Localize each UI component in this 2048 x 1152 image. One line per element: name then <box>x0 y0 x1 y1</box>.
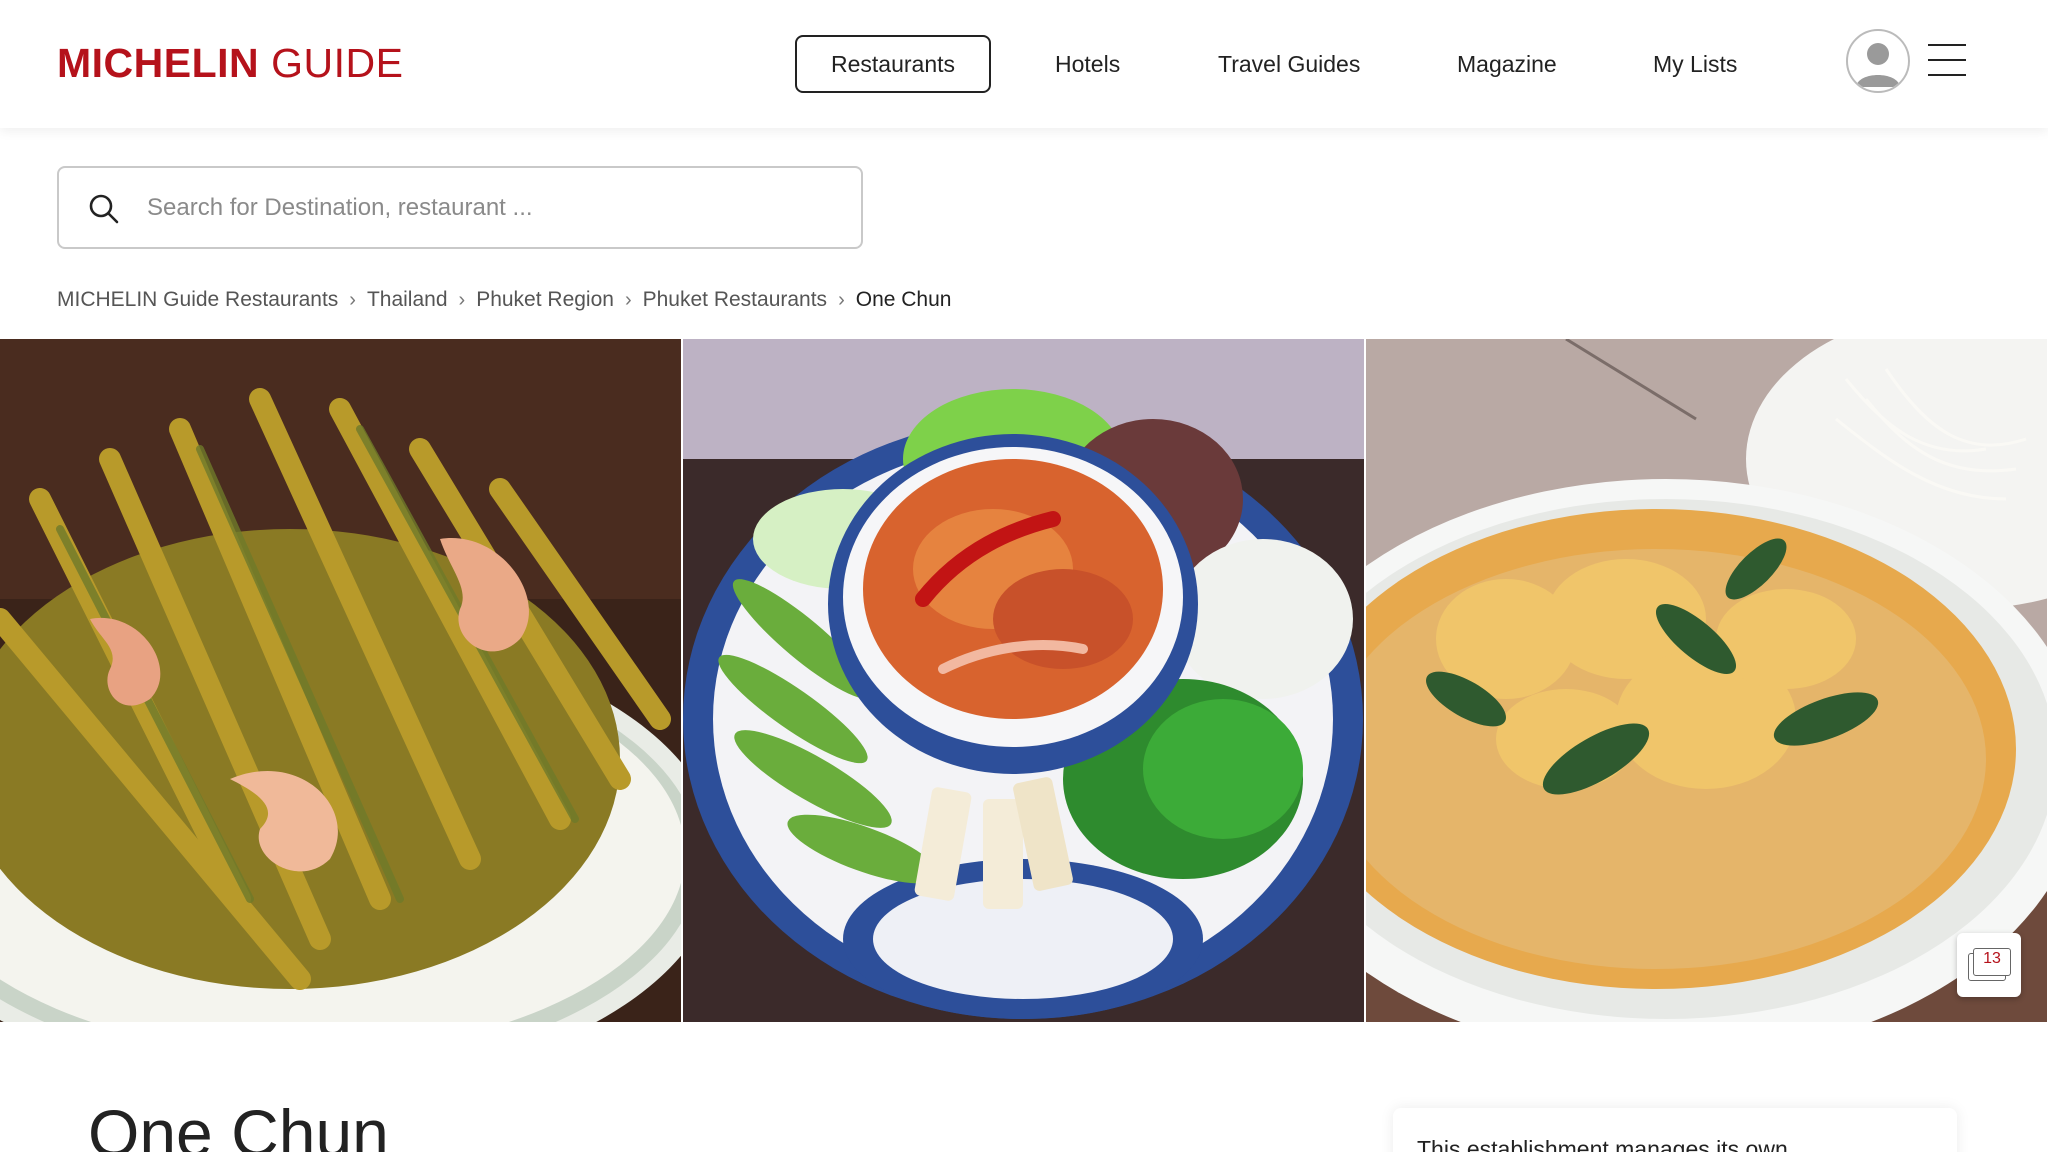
restaurant-name: One Chun <box>88 1096 389 1152</box>
breadcrumb-thailand[interactable]: Thailand <box>367 288 448 312</box>
photo-count-button[interactable]: 13 <box>1957 933 2021 997</box>
chevron-right-icon: › <box>624 288 632 311</box>
user-avatar-icon[interactable] <box>1846 29 1910 93</box>
search-icon[interactable] <box>87 192 121 226</box>
site-header: MICHELIN GUIDE Restaurants Hotels Travel… <box>0 0 2048 128</box>
gallery-photo-fried-vegetables[interactable] <box>0 339 681 1022</box>
hamburger-menu-icon[interactable] <box>1928 44 1966 78</box>
breadcrumb-phuket-restaurants[interactable]: Phuket Restaurants <box>643 288 827 312</box>
nav-magazine[interactable]: Magazine <box>1457 35 1557 93</box>
breadcrumb-current: One Chun <box>855 288 952 311</box>
nav-hotels[interactable]: Hotels <box>1055 35 1120 93</box>
booking-info-text: This establishment manages its own <box>1417 1136 1788 1152</box>
booking-info-card: This establishment manages its own <box>1393 1108 1957 1152</box>
search-box <box>57 166 863 249</box>
breadcrumb: MICHELIN Guide Restaurants › Thailand › … <box>57 284 951 316</box>
nav-my-lists[interactable]: My Lists <box>1653 35 1737 93</box>
gallery-photo-chili-dip[interactable] <box>683 339 1364 1022</box>
michelin-guide-logo[interactable]: MICHELIN GUIDE <box>57 38 403 88</box>
search-input[interactable] <box>147 182 837 234</box>
breadcrumb-phuket-region[interactable]: Phuket Region <box>476 288 614 312</box>
photo-gallery <box>0 339 2048 1022</box>
nav-travel-guides[interactable]: Travel Guides <box>1218 35 1360 93</box>
main-nav: Restaurants Hotels Travel Guides Magazin… <box>795 35 1737 93</box>
chevron-right-icon: › <box>349 288 356 311</box>
logo-brand-light: GUIDE <box>271 40 404 86</box>
nav-restaurants[interactable]: Restaurants <box>795 35 992 93</box>
photo-count-number: 13 <box>1983 950 2001 967</box>
chevron-right-icon: › <box>838 288 845 311</box>
gallery-photo-yellow-curry[interactable] <box>1366 339 2047 1022</box>
logo-brand-bold: MICHELIN <box>57 40 260 86</box>
chevron-right-icon: › <box>458 288 466 311</box>
breadcrumb-michelin-guide-restaurants[interactable]: MICHELIN Guide Restaurants <box>57 288 338 312</box>
